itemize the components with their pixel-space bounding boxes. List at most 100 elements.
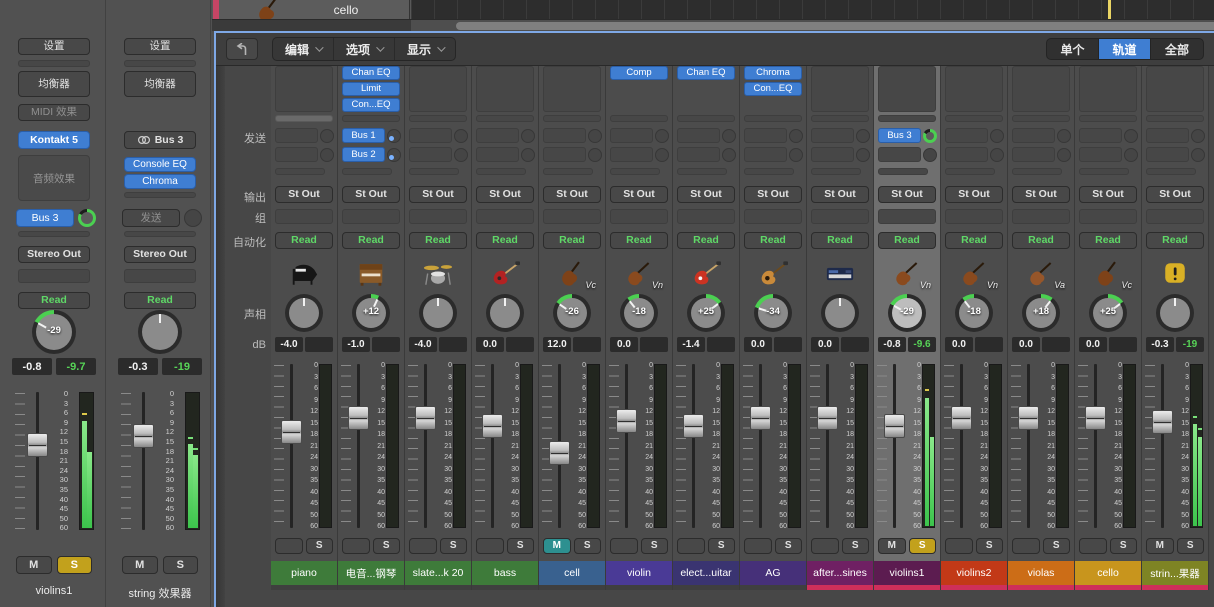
empty-send-slot[interactable] [811,147,854,162]
solo-button[interactable]: S [708,538,736,554]
empty-insert-slot[interactable] [878,66,936,112]
empty-send-slot[interactable] [543,147,586,162]
db-value[interactable]: -0.3 [1146,337,1174,352]
output-button[interactable]: St Out [878,186,936,203]
solo-button[interactable]: S [641,538,669,554]
pan-knob[interactable]: -26 [553,294,591,332]
playhead[interactable] [1108,0,1111,19]
db-peak-value[interactable]: -19 [1176,337,1204,352]
thin-slot[interactable] [18,60,90,67]
fader-track[interactable] [625,364,628,528]
fader-track[interactable] [1094,364,1097,528]
group-slot[interactable] [409,209,467,224]
plugin-slot[interactable]: Comp [610,66,668,80]
empty-send-slot[interactable] [677,128,720,143]
solo-button[interactable]: S [574,538,602,554]
plugin-slot[interactable]: Console EQ [124,157,196,172]
group-slot[interactable] [945,209,1003,224]
empty-insert-slot[interactable] [275,66,333,112]
fader-cap[interactable] [348,406,369,430]
track-name-label[interactable]: cello [1075,561,1141,585]
pan-knob[interactable]: -34 [754,294,792,332]
send-knob[interactable] [923,129,937,143]
insert-thin-slot[interactable] [342,115,400,122]
group-slot[interactable] [1146,209,1204,224]
group-slot[interactable] [543,209,601,224]
fader-track[interactable] [424,364,427,528]
send-knob[interactable] [387,148,401,162]
fader-track[interactable] [826,364,829,528]
send-thin-slot[interactable] [275,168,325,175]
fader-track[interactable] [960,364,963,528]
db-peak-value[interactable] [841,337,869,352]
db-value[interactable]: -4.0 [275,337,303,352]
db-peak-value[interactable] [707,337,735,352]
mute-button[interactable]: M [945,538,973,554]
fader-cap[interactable] [884,414,905,438]
insert-thin-slot[interactable] [1012,115,1070,122]
fader-cap[interactable] [1152,410,1173,434]
eq-button[interactable]: 均衡器 [18,71,90,97]
solo-button[interactable]: S [775,538,803,554]
group-slot[interactable] [878,209,936,224]
automation-button[interactable]: Read [677,232,735,249]
output-button[interactable]: St Out [1012,186,1070,203]
output-button[interactable]: St Out [1146,186,1204,203]
insert-thin-slot[interactable] [677,115,735,122]
thin-slot[interactable] [124,192,196,198]
db-peak-value[interactable] [372,337,400,352]
output-button[interactable]: St Out [409,186,467,203]
empty-send-slot[interactable] [878,147,921,162]
fader-cap[interactable] [616,409,637,433]
plugin-slot[interactable]: Chroma [744,66,802,80]
empty-send-slot[interactable] [543,128,586,143]
db-value[interactable]: 0.0 [945,337,973,352]
track-name-label[interactable]: violins2 [941,561,1007,585]
db-peak-value[interactable]: -19 [162,358,202,375]
plugin-slot[interactable]: Limit [342,82,400,96]
send-slot[interactable]: Bus 2 [342,147,385,162]
fader-track[interactable] [290,364,293,528]
pan-knob[interactable] [821,294,859,332]
send-thin-slot[interactable] [677,168,727,175]
track-name-label[interactable]: 电音...钢琴 [338,561,404,585]
mute-button[interactable]: M [122,556,158,574]
track-name-label[interactable]: elect...uitar [673,561,739,585]
send-slot[interactable]: Bus 1 [342,128,385,143]
fader-cap[interactable] [133,424,154,448]
menu-options[interactable]: 选项 [334,38,395,60]
plugin-slot[interactable]: Chroma [124,174,196,189]
insert-thin-slot[interactable] [811,115,869,122]
output-button[interactable]: St Out [744,186,802,203]
pan-knob[interactable] [138,310,182,354]
fader-track[interactable] [357,364,360,528]
fader-cap[interactable] [415,406,436,430]
send-thin-slot[interactable] [1012,168,1062,175]
fader-cap[interactable] [750,406,771,430]
fader-cap[interactable] [683,414,704,438]
empty-send-slot[interactable] [744,128,787,143]
send-thin-slot[interactable] [476,168,526,175]
group-slot[interactable] [677,209,735,224]
eq-button[interactable]: 均衡器 [124,71,196,97]
settings-button[interactable]: 设置 [18,38,90,55]
track-name-label[interactable]: violas [1008,561,1074,585]
send-thin-slot[interactable] [878,168,928,175]
empty-insert-slot[interactable] [476,66,534,112]
fader-cap[interactable] [27,433,48,457]
pan-knob[interactable]: +12 [352,294,390,332]
mute-button[interactable]: M [744,538,772,554]
db-peak-value[interactable] [975,337,1003,352]
empty-send-slot[interactable] [811,128,854,143]
mute-button[interactable]: M [342,538,370,554]
pan-knob[interactable]: -29 [32,310,76,354]
mute-button[interactable]: M [677,538,705,554]
view-mode-single[interactable]: 单个 [1047,39,1099,59]
empty-send-slot[interactable] [945,128,988,143]
send-thin-slot[interactable] [1146,168,1196,175]
output-button[interactable]: St Out [275,186,333,203]
strip-name-label[interactable]: violins1 [2,585,106,597]
empty-insert-slot[interactable] [409,66,467,112]
solo-button[interactable]: S [440,538,468,554]
insert-thin-slot[interactable] [878,115,936,122]
